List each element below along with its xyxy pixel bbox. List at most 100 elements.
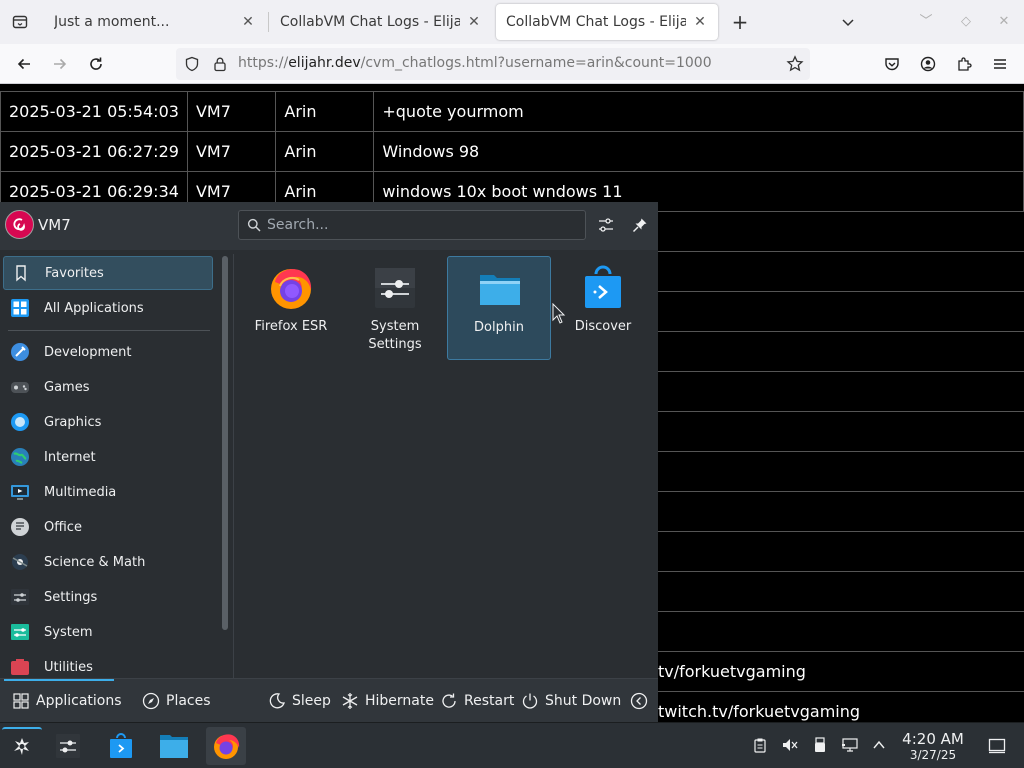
account-icon[interactable]: [916, 52, 940, 76]
gamepad-icon: [11, 382, 29, 393]
tab-2[interactable]: CollabVM Chat Logs - Elijahr's ✕: [270, 4, 492, 40]
tab-close-icon[interactable]: ✕: [240, 14, 256, 30]
category-multimedia[interactable]: Multimedia: [3, 475, 213, 509]
category-development[interactable]: Development: [3, 335, 213, 369]
forward-arrow-icon[interactable]: [48, 52, 72, 76]
task-dolphin[interactable]: [154, 727, 194, 765]
shutdown-button[interactable]: Shut Down: [521, 689, 621, 713]
clock[interactable]: 4:20 AM 3/27/25: [896, 730, 970, 763]
tab-close-icon[interactable]: ✕: [466, 14, 482, 30]
chevron-down-icon[interactable]: [836, 10, 860, 34]
tab-3-active[interactable]: CollabVM Chat Logs - Elijahr's ✕: [496, 4, 718, 40]
category-internet[interactable]: Internet: [3, 440, 213, 474]
kde-launcher-icon: [14, 738, 29, 755]
category-all-applications[interactable]: All Applications: [3, 291, 213, 325]
restart-button[interactable]: Restart: [440, 689, 514, 713]
task-discover[interactable]: [101, 727, 141, 765]
minimize-icon[interactable]: ﹀: [914, 10, 938, 34]
tab-list-icon[interactable]: [8, 10, 32, 34]
search-field[interactable]: [238, 210, 586, 240]
bookmark-star-icon[interactable]: [786, 55, 804, 77]
volume-muted-icon[interactable]: [780, 735, 800, 755]
url-bar[interactable]: https://elijahr.dev/cvm_chatlogs.html?us…: [176, 48, 810, 80]
url-text: https://elijahr.dev/cvm_chatlogs.html?us…: [238, 55, 712, 71]
chevron-up-icon[interactable]: [869, 735, 889, 755]
development-icon: [11, 343, 29, 361]
table-row-border: [658, 371, 1024, 372]
usb-device-icon[interactable]: [810, 735, 830, 755]
clipboard-icon[interactable]: [750, 735, 770, 755]
clock-time: 4:20 AM: [902, 730, 964, 748]
reload-icon[interactable]: [84, 52, 108, 76]
hibernate-button[interactable]: Hibernate: [341, 689, 434, 713]
maximize-icon[interactable]: ◇: [954, 10, 978, 34]
settings-icon: [11, 589, 29, 605]
globe-icon: [11, 448, 29, 466]
system-settings-icon: [56, 734, 80, 758]
table-row-border: [658, 291, 1024, 292]
tab-close-icon[interactable]: ✕: [692, 14, 708, 30]
favorite-firefox-esr[interactable]: Firefox ESR: [239, 256, 343, 360]
category-science-math[interactable]: Science & Math: [3, 545, 213, 579]
applications-tab[interactable]: Applications: [12, 689, 122, 713]
favorite-discover[interactable]: Discover: [551, 256, 655, 360]
browser-tab-bar: Just a moment... ✕ CollabVM Chat Logs - …: [0, 0, 1024, 44]
favorite-dolphin[interactable]: Dolphin: [447, 256, 551, 360]
search-input[interactable]: [267, 215, 577, 235]
restart-icon: [440, 692, 458, 710]
tab-1[interactable]: Just a moment... ✕: [44, 4, 266, 40]
lock-icon[interactable]: [212, 56, 228, 76]
shield-icon[interactable]: [184, 56, 200, 76]
category-utilities[interactable]: Utilities: [3, 650, 213, 680]
snowflake-icon: [341, 692, 359, 710]
category-graphics[interactable]: Graphics: [3, 405, 213, 439]
category-label: Settings: [44, 589, 98, 605]
new-tab-plus-icon[interactable]: +: [728, 10, 752, 34]
restart-label: Restart: [464, 693, 515, 709]
category-system[interactable]: System: [3, 615, 213, 649]
table-row-border: [658, 491, 1024, 492]
pin-icon[interactable]: [629, 214, 651, 236]
cell-message: Windows 98: [373, 131, 1024, 172]
category-games[interactable]: Games: [3, 370, 213, 404]
avatar[interactable]: [5, 210, 34, 239]
category-list: Favorites All Applications Development G…: [0, 254, 216, 680]
url-scheme: https://: [238, 55, 289, 71]
task-system-settings[interactable]: [48, 727, 88, 765]
favorite-system-settings[interactable]: System Settings: [343, 256, 447, 360]
sleep-moon-icon: [268, 692, 286, 710]
extensions-icon[interactable]: [952, 52, 976, 76]
browser-nav-bar: https://elijahr.dev/cvm_chatlogs.html?us…: [0, 44, 1024, 84]
category-label: Graphics: [44, 414, 102, 430]
category-label: Multimedia: [44, 484, 117, 500]
task-firefox[interactable]: [206, 727, 246, 765]
category-settings[interactable]: Settings: [3, 580, 213, 614]
tab-title: Just a moment...: [54, 14, 170, 30]
more-options-button[interactable]: [630, 689, 654, 713]
places-tab[interactable]: Places: [142, 689, 211, 713]
cell-vm: VM7: [186, 131, 277, 172]
app-launcher-button[interactable]: [2, 727, 42, 765]
sleep-button[interactable]: Sleep: [268, 689, 331, 713]
category-scrollbar[interactable]: [222, 256, 228, 630]
close-window-icon[interactable]: ✕: [992, 10, 1016, 34]
multimedia-icon: [11, 485, 29, 500]
show-desktop-icon[interactable]: [986, 735, 1008, 757]
category-label: Internet: [44, 449, 96, 465]
table-row-border: [658, 651, 1024, 652]
partial-message: twitch.tv/forkuetvgaming: [658, 702, 861, 721]
category-label: Office: [44, 519, 82, 535]
network-wired-icon[interactable]: [840, 735, 860, 755]
category-label: Development: [44, 344, 132, 360]
menu-icon[interactable]: [988, 52, 1012, 76]
category-favorites[interactable]: Favorites: [3, 256, 213, 290]
pocket-icon[interactable]: [880, 52, 904, 76]
launcher-header: VM7: [0, 202, 658, 250]
configure-sliders-icon[interactable]: [595, 214, 617, 236]
tab-title: CollabVM Chat Logs - Elijahr's: [506, 14, 686, 30]
category-office[interactable]: Office: [3, 510, 213, 544]
taskbar: 4:20 AM 3/27/25: [0, 722, 1024, 768]
tab-separator: [268, 12, 269, 32]
back-arrow-icon[interactable]: [12, 52, 36, 76]
scrollbar-thumb[interactable]: [222, 256, 228, 630]
